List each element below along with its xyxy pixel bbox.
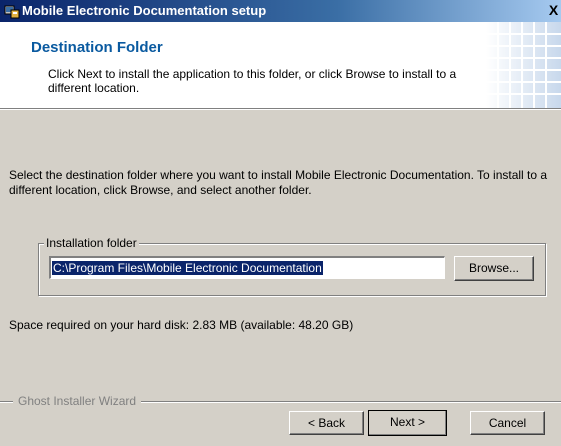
close-icon[interactable]: X xyxy=(546,3,561,18)
page-title: Destination Folder xyxy=(31,39,163,56)
page-description: Click Next to install the application to… xyxy=(48,67,457,95)
cancel-button[interactable]: Cancel xyxy=(470,411,545,435)
header-decoration xyxy=(486,22,561,108)
space-required-text: Space required on your hard disk: 2.83 M… xyxy=(9,318,354,332)
browse-button[interactable]: Browse... xyxy=(454,256,534,281)
back-button[interactable]: < Back xyxy=(289,411,364,435)
window-title: Mobile Electronic Documentation setup xyxy=(22,3,267,18)
folder-path-field[interactable]: C:\Program Files\Mobile Electronic Docum… xyxy=(49,256,445,279)
title-bar[interactable]: Mobile Electronic Documentation setup X xyxy=(0,0,561,22)
group-label: Installation folder xyxy=(44,236,139,250)
wizard-header: Destination Folder Click Next to install… xyxy=(0,22,561,109)
installation-folder-group: Installation folder C:\Program Files\Mob… xyxy=(38,236,546,296)
wizard-brand: Ghost Installer Wizard xyxy=(13,394,142,408)
setup-window: Mobile Electronic Documentation setup X … xyxy=(0,0,561,446)
instruction-text: Select the destination folder where you … xyxy=(9,168,548,197)
installer-icon xyxy=(4,3,20,19)
next-button[interactable]: Next > xyxy=(368,410,447,436)
folder-path-value[interactable]: C:\Program Files\Mobile Electronic Docum… xyxy=(52,261,323,275)
header-divider xyxy=(0,109,561,110)
